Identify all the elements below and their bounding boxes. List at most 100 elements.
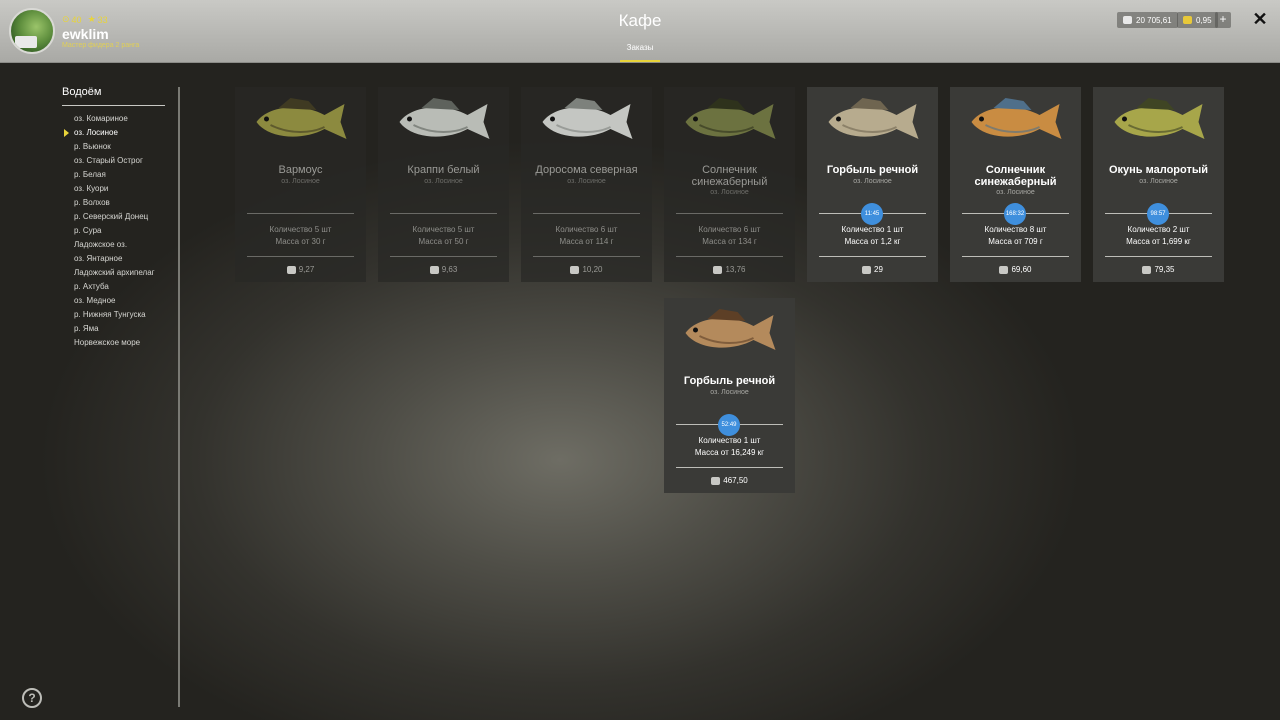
card-divider [819,256,926,257]
tab-orders[interactable]: Заказы [620,43,660,62]
sidebar-item[interactable]: Норвежское море [74,337,155,351]
sidebar-item[interactable]: р. Вьюнок [74,141,155,155]
order-card[interactable]: Краппи белый оз. Лосиное Количество 5 шт Ма… [378,87,509,282]
silver-coin-icon [1123,16,1132,24]
reward-value: 9,27 [298,265,315,274]
fish-location: оз. Лосиное [853,178,892,185]
order-quantity: Количество 5 шт [269,225,332,234]
timer-badge: 98:57 [1147,203,1169,225]
gold-balance: 0,95 [1177,12,1218,28]
coin-icon [999,265,1009,274]
reward-value: 13,76 [725,265,746,274]
fish-name: Краппи белый [407,164,480,176]
order-quantity: Количество 2 шт [1127,225,1190,234]
coin-icon [711,476,721,485]
order-card[interactable]: Горбыль речной оз. Лосиное 11:45 Количество… [807,87,938,282]
order-card[interactable]: Доросома северная оз. Лосиное Количество 6… [521,87,652,282]
order-card[interactable]: Солнечник синежаберный оз. Лосиное 168:32 К… [950,87,1081,282]
sidebar-separator [178,87,180,707]
timer-badge: 11:45 [861,203,883,225]
fish-name: Солнечник синежаберный [974,164,1057,188]
sidebar-item[interactable]: оз. Комариное [74,113,155,127]
coin-icon [862,265,872,274]
gold-coin-icon [1183,16,1192,24]
reward-value: 29 [874,265,883,274]
page-title: Кафе [618,11,662,30]
fish-name: Горбыль речной [683,375,776,387]
sidebar-item[interactable]: оз. Лосиное [64,127,155,141]
card-divider [390,213,497,214]
fish-location: оз. Лосиное [710,189,749,196]
fish-name: Вармоус [278,164,323,176]
order-mass: Масса от 16,249 кг [694,448,765,457]
card-divider [962,256,1069,257]
fish-image [828,98,919,139]
sidebar-item[interactable]: оз. Медное [74,295,155,309]
card-divider [390,256,497,257]
order-mass: Масса от 134 г [702,237,757,246]
order-mass: Масса от 50 г [418,237,469,246]
card-divider [676,467,783,468]
order-card[interactable]: Солнечник синежаберный оз. Лосиное Количес… [664,87,795,282]
reward-value: 79,35 [1154,265,1175,274]
sidebar-item[interactable]: оз. Янтарное [74,253,155,267]
waterbody-list: оз. Комариное оз. Лосиное р. Вьюнок оз. Ста… [64,113,155,351]
order-card[interactable]: Горбыль речной оз. Лосиное 52:49 Количество… [664,298,795,493]
sidebar-item[interactable]: р. Северский Донец [74,211,155,225]
fish-location: оз. Лосиное [281,178,320,185]
order-reward: 467,50 [668,476,791,485]
sidebar-item[interactable]: оз. Куори [74,183,155,197]
silver-balance: 20 705,61 [1117,12,1178,28]
buy-gold-button[interactable]: + [1215,12,1231,28]
order-reward: 10,20 [525,265,648,274]
fish-image [1114,98,1205,139]
reward-value: 10,20 [582,265,603,274]
fish-image [542,98,633,139]
sidebar-item[interactable]: р. Волхов [74,197,155,211]
sidebar-item[interactable]: р. Сура [74,225,155,239]
card-divider [676,213,783,214]
sidebar-title: Водоём [62,86,102,98]
reward-value: 9,63 [441,265,458,274]
sidebar-item[interactable]: р. Белая [74,169,155,183]
top-bar: ⊙ 40 ★ 33 ewklim Мастер фидера 2 ранга Каф… [0,0,1280,63]
coin-icon [570,265,580,274]
sidebar-item[interactable]: р. Нижняя Тунгуска [74,309,155,323]
order-mass: Масса от 1,699 кг [1126,237,1191,246]
coin-icon [1142,265,1152,274]
order-card[interactable]: Вармоус оз. Лосиное Количество 5 шт Масса о… [235,87,366,282]
fish-name: Солнечник синежаберный [691,164,768,188]
fish-name: Окунь малоротый [1108,164,1209,176]
card-divider [247,256,354,257]
order-reward: 13,76 [668,265,791,274]
fish-image [685,98,776,139]
order-reward: 29 [811,265,934,274]
order-quantity: Количество 6 шт [698,225,761,234]
card-divider [533,213,640,214]
order-mass: Масса от 709 г [988,237,1043,246]
sidebar-item[interactable]: Ладожское оз. [74,239,155,253]
order-mass: Масса от 114 г [559,237,614,246]
fish-name: Горбыль речной [826,164,919,176]
order-quantity: Количество 6 шт [555,225,618,234]
sidebar-item[interactable]: р. Ахтуба [74,281,155,295]
help-button[interactable]: ? [22,688,42,708]
fish-name: Доросома северная [535,164,638,176]
coin-icon [713,265,723,274]
fish-location: оз. Лосиное [710,389,749,396]
order-quantity: Количество 1 шт [841,225,904,234]
order-quantity: Количество 8 шт [984,225,1047,234]
order-card[interactable]: Окунь малоротый оз. Лосиное 98:57 Количеств… [1093,87,1224,282]
fish-location: оз. Лосиное [424,178,463,185]
card-divider [676,256,783,257]
coin-icon [286,265,296,274]
close-button[interactable]: ✕ [1250,9,1270,29]
sidebar-item[interactable]: оз. Старый Острог [74,155,155,169]
fish-image [685,309,776,350]
sidebar-item[interactable]: Ладожский архипелаг [74,267,155,281]
player-rank: Мастер фидера 2 ранга [62,42,140,49]
sidebar-item[interactable]: р. Яма [74,323,155,337]
fish-image [256,98,347,139]
order-reward: 69,60 [954,265,1077,274]
gold-value: 0,95 [1196,15,1212,25]
